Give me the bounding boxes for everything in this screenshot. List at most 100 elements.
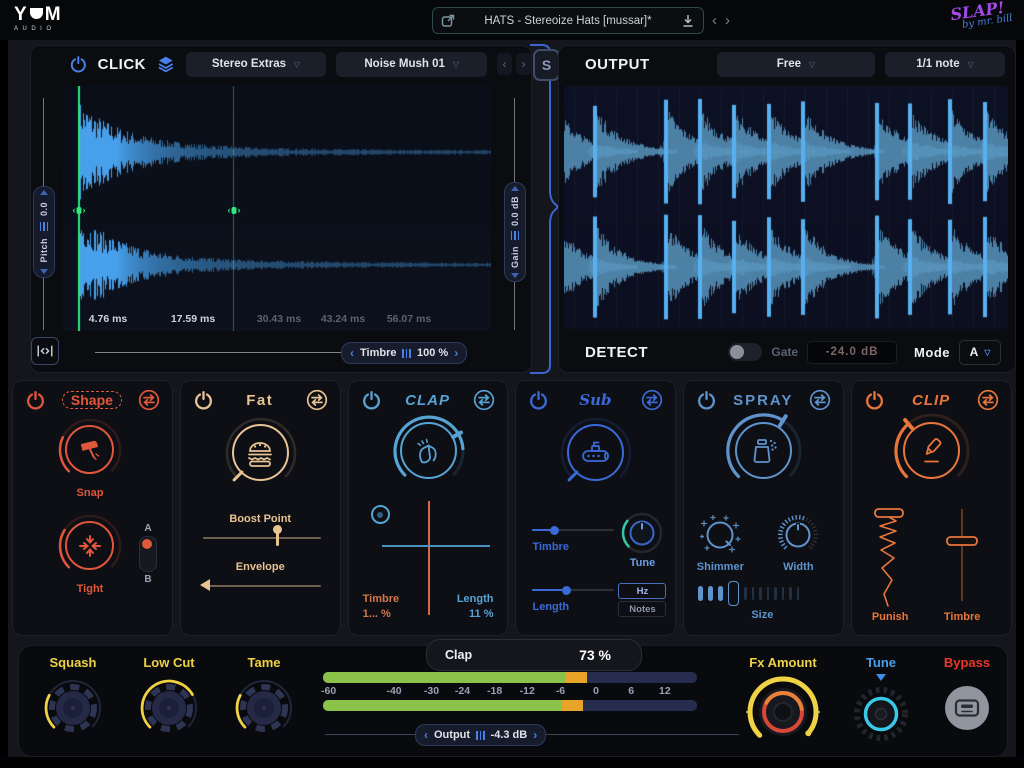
ab-toggle[interactable]: A B xyxy=(139,523,157,585)
unit-notes-button[interactable]: Notes xyxy=(618,601,666,617)
width-knob[interactable] xyxy=(776,513,820,557)
spray-power-icon[interactable] xyxy=(696,390,717,411)
clip-power-icon[interactable] xyxy=(864,390,885,411)
prev-preset-button[interactable]: ‹ xyxy=(712,13,717,28)
output-grip xyxy=(476,731,485,740)
timbre-slider-handle[interactable]: ‹ Timbre 100 % › xyxy=(341,342,467,364)
shape-power-icon[interactable] xyxy=(25,390,46,411)
envelope-slider[interactable] xyxy=(203,585,321,587)
shimmer-knob[interactable] xyxy=(698,513,742,557)
bypass-button[interactable] xyxy=(945,686,989,730)
time-label: 30.43 ms xyxy=(257,313,301,325)
logo-letter: M xyxy=(45,5,62,24)
module-sub: Sub Timbre Length Tune Hz xyxy=(515,380,676,636)
output-waveform-display xyxy=(564,86,1008,329)
master-tune-knob[interactable] xyxy=(853,686,909,742)
sample-start-marker[interactable]: ‹› xyxy=(73,205,86,215)
clip-knob[interactable] xyxy=(892,411,972,491)
spray-knob[interactable] xyxy=(724,411,804,491)
clap-ab-swap-icon[interactable] xyxy=(473,389,495,411)
sub-timbre-handle[interactable] xyxy=(550,526,559,535)
output-waveform-canvas xyxy=(564,86,1008,329)
fat-power-icon[interactable] xyxy=(193,390,214,411)
snap-knob[interactable] xyxy=(57,417,123,483)
gain-up-arrow[interactable] xyxy=(511,186,519,191)
envelope-handle[interactable] xyxy=(200,579,210,591)
sub-ab-swap-icon[interactable] xyxy=(641,389,663,411)
gain-grip xyxy=(511,231,520,240)
output-gain-handle[interactable]: ‹ Output -4.3 dB › xyxy=(415,724,546,746)
pitch-up-arrow[interactable] xyxy=(40,190,48,195)
expand-range-button[interactable] xyxy=(31,337,59,365)
boost-point-handle[interactable] xyxy=(276,529,279,546)
note-dropdown[interactable]: 1/1 note ▽ xyxy=(885,52,1005,77)
spray-ab-swap-icon[interactable] xyxy=(809,389,831,411)
fx-amount-knob[interactable] xyxy=(745,674,821,750)
ab-toggle-pill[interactable] xyxy=(139,536,157,572)
timbre-left-arrow[interactable]: ‹ xyxy=(350,348,354,358)
size-slider-handle[interactable] xyxy=(728,581,739,606)
gain-down-arrow[interactable] xyxy=(511,273,519,278)
pitch-slider-handle[interactable]: 0.0 Pitch xyxy=(33,186,55,278)
ab-toggle-b-label: B xyxy=(144,574,151,585)
preset-name[interactable]: HATS - Stereoize Hats [mussar]* xyxy=(456,15,680,27)
unit-hz-button[interactable]: Hz xyxy=(618,583,666,599)
boost-point-slider[interactable] xyxy=(203,537,321,539)
clap-xy-y-axis[interactable] xyxy=(382,545,490,547)
clap-knob[interactable] xyxy=(391,413,467,489)
gate-toggle[interactable] xyxy=(728,343,762,361)
punish-label: Punish xyxy=(858,611,922,623)
click-sample-dropdown[interactable]: Noise Mush 01 ▽ xyxy=(336,52,487,77)
sync-dropdown[interactable]: Free ▽ xyxy=(717,52,875,77)
click-waveform-display[interactable]: 4.76 ms 17.59 ms 30.43 ms 43.24 ms 56.07… xyxy=(63,86,491,331)
gain-slider-handle[interactable]: 0.0 dB Gain xyxy=(504,182,526,282)
click-power-icon[interactable] xyxy=(69,55,88,74)
lowcut-knob[interactable] xyxy=(139,678,199,738)
mode-dropdown[interactable]: A ▽ xyxy=(959,340,1001,365)
layers-icon[interactable] xyxy=(156,54,176,74)
sub-length-label: Length xyxy=(532,601,569,613)
logo-cup-glyph xyxy=(30,8,43,19)
clap-power-icon[interactable] xyxy=(361,390,382,411)
export-preset-icon[interactable] xyxy=(440,13,456,29)
timbre-right-arrow[interactable]: › xyxy=(454,348,458,358)
sub-length-slider[interactable] xyxy=(532,589,614,591)
pitch-down-arrow[interactable] xyxy=(40,269,48,274)
sub-power-icon[interactable] xyxy=(528,390,549,411)
punish-slider[interactable] xyxy=(866,507,918,609)
clip-timbre-slider[interactable] xyxy=(936,507,988,607)
shape-ab-swap-icon[interactable] xyxy=(138,389,160,411)
clip-ab-swap-icon[interactable] xyxy=(977,389,999,411)
prev-sample-button[interactable]: ‹ xyxy=(497,53,512,75)
preset-bar[interactable]: HATS - Stereoize Hats [mussar]* xyxy=(432,7,704,34)
next-preset-button[interactable]: › xyxy=(725,13,730,28)
tight-knob[interactable] xyxy=(57,513,123,579)
gate-threshold-field[interactable]: -24.0 dB xyxy=(807,341,897,364)
fat-knob[interactable] xyxy=(223,415,299,491)
solo-click-button[interactable]: S xyxy=(533,49,560,81)
size-slider[interactable] xyxy=(698,581,799,606)
fat-ab-swap-icon[interactable] xyxy=(306,389,328,411)
timbre-slider-track[interactable] xyxy=(95,352,343,353)
level-meter: -60 -40 -30 -24 -18 -12 -6 0 6 12 xyxy=(323,672,697,711)
tune-unit-toggle[interactable]: Hz Notes xyxy=(618,583,666,617)
output-left-arrow[interactable]: ‹ xyxy=(424,730,428,740)
clap-xy-x-axis[interactable] xyxy=(428,501,430,615)
envelope-label: Envelope xyxy=(181,561,340,573)
sub-timbre-slider[interactable] xyxy=(532,529,614,531)
save-preset-icon[interactable] xyxy=(680,13,696,29)
sample-end-marker[interactable]: ‹› xyxy=(228,205,241,215)
pitch-value: 0.0 xyxy=(39,202,49,216)
tune-knob[interactable] xyxy=(620,511,664,555)
click-sample-value: Noise Mush 01 xyxy=(364,58,445,70)
squash-knob[interactable] xyxy=(43,678,103,738)
clap-length-label: Length xyxy=(457,593,494,605)
clap-mode-radio[interactable] xyxy=(371,505,390,524)
sub-length-handle[interactable] xyxy=(562,586,571,595)
tame-knob[interactable] xyxy=(234,678,294,738)
output-gain-label: Output xyxy=(434,729,470,741)
click-category-dropdown[interactable]: Stereo Extras ▽ xyxy=(186,52,327,77)
clap-timbre-value: 1... % xyxy=(363,608,391,620)
sub-knob[interactable] xyxy=(558,415,634,491)
output-right-arrow[interactable]: › xyxy=(533,730,537,740)
